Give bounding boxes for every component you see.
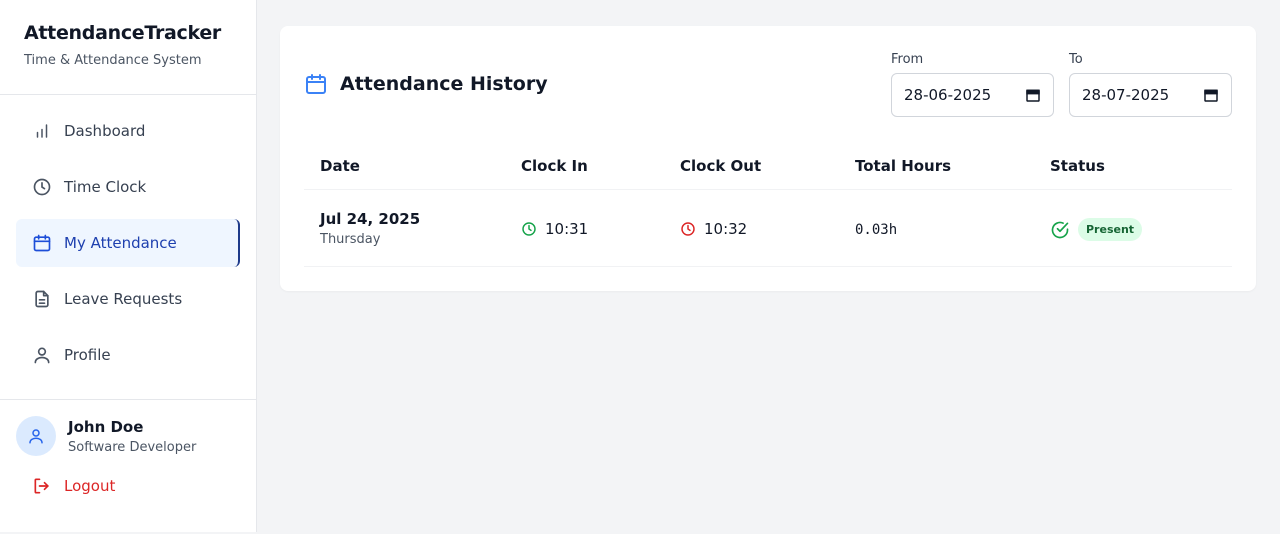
- user-role: Software Developer: [68, 439, 197, 455]
- from-label: From: [891, 52, 924, 67]
- calendar-picker-icon[interactable]: [1025, 87, 1041, 103]
- user-icon: [27, 427, 45, 445]
- column-header-status: Status: [1050, 157, 1105, 175]
- calendar-picker-icon[interactable]: [1203, 87, 1219, 103]
- column-header-clock-in: Clock In: [521, 157, 588, 175]
- sidebar-item-label: My Attendance: [64, 234, 177, 252]
- attendance-history-card: Attendance History From 28-06-2025 To 28…: [280, 26, 1256, 291]
- calendar-icon: [304, 72, 328, 96]
- calendar-icon: [32, 233, 52, 253]
- to-label: To: [1069, 52, 1083, 67]
- sidebar-item-leave-requests[interactable]: Leave Requests: [16, 275, 240, 323]
- clock-out-value: 10:32: [704, 220, 748, 238]
- logout-label: Logout: [64, 477, 116, 495]
- logout-icon: [32, 476, 52, 496]
- sidebar-item-dashboard[interactable]: Dashboard: [16, 107, 240, 155]
- row-date: Jul 24, 2025: [320, 210, 421, 228]
- column-header-clock-out: Clock Out: [680, 157, 762, 175]
- row-weekday: Thursday: [320, 232, 381, 247]
- from-date-input[interactable]: 28-06-2025: [891, 73, 1054, 117]
- clock-icon: [32, 177, 52, 197]
- user-name: John Doe: [68, 417, 144, 436]
- sidebar-item-time-clock[interactable]: Time Clock: [16, 163, 240, 211]
- user-panel: John Doe Software Developer Logout: [0, 399, 256, 496]
- clock-out-cell: 10:32: [680, 220, 747, 238]
- page-title: Attendance History: [340, 73, 548, 95]
- total-hours-value: 0.03h: [855, 222, 898, 238]
- sidebar-nav: Dashboard Time Clock My Attendance Leave…: [0, 95, 256, 379]
- table-row: Jul 24, 2025 Thursday 10:31 10:32 0.03h: [304, 190, 1232, 267]
- attendance-table: Date Clock In Clock Out Total Hours Stat…: [304, 150, 1232, 267]
- sidebar-item-profile[interactable]: Profile: [16, 331, 240, 379]
- sidebar: AttendanceTracker Time & Attendance Syst…: [0, 0, 257, 532]
- status-cell: Present: [1050, 218, 1143, 241]
- table-header: Date Clock In Clock Out Total Hours Stat…: [304, 150, 1232, 190]
- to-date-field: To 28-07-2025: [1069, 52, 1232, 117]
- card-header: Attendance History: [304, 72, 548, 96]
- column-header-date: Date: [320, 157, 360, 175]
- document-icon: [32, 289, 52, 309]
- column-header-total-hours: Total Hours: [855, 157, 952, 175]
- to-date-input[interactable]: 28-07-2025: [1069, 73, 1232, 117]
- from-date-value: 28-06-2025: [904, 86, 992, 104]
- user-icon: [32, 345, 52, 365]
- clock-in-cell: 10:31: [521, 220, 588, 238]
- brand-header: AttendanceTracker Time & Attendance Syst…: [0, 0, 256, 95]
- status-badge: Present: [1078, 218, 1143, 241]
- clock-in-icon: [521, 221, 537, 237]
- logout-button[interactable]: Logout: [16, 476, 240, 496]
- sidebar-item-label: Profile: [64, 346, 111, 364]
- sidebar-item-label: Time Clock: [64, 178, 147, 196]
- user-card: John Doe Software Developer: [16, 416, 240, 456]
- from-date-field: From 28-06-2025: [891, 52, 1054, 117]
- sidebar-item-label: Dashboard: [64, 122, 146, 140]
- avatar: [16, 416, 56, 456]
- clock-in-value: 10:31: [545, 220, 589, 238]
- app-title: AttendanceTracker: [24, 22, 221, 44]
- app-subtitle: Time & Attendance System: [24, 53, 202, 68]
- sidebar-item-label: Leave Requests: [64, 290, 183, 308]
- date-cell: Jul 24, 2025 Thursday: [320, 210, 420, 247]
- check-circle-icon: [1050, 220, 1070, 240]
- bar-chart-icon: [32, 121, 52, 141]
- clock-out-icon: [680, 221, 696, 237]
- sidebar-item-my-attendance[interactable]: My Attendance: [16, 219, 240, 267]
- to-date-value: 28-07-2025: [1082, 86, 1170, 104]
